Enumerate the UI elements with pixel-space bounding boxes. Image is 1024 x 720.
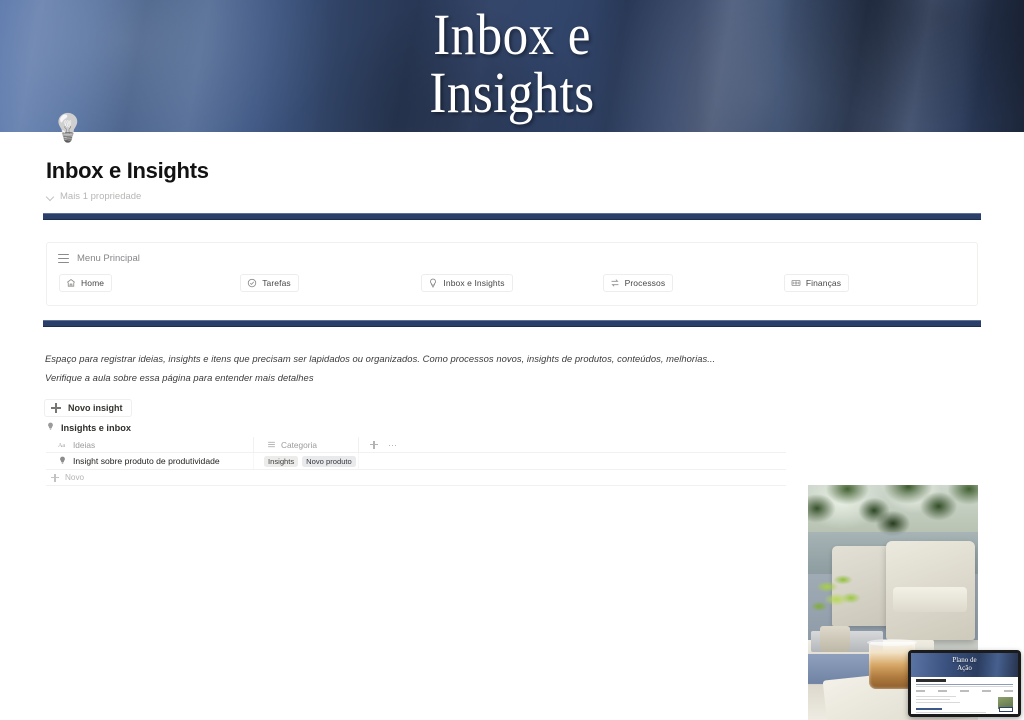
more-properties-toggle[interactable]: Mais 1 propriedade xyxy=(46,191,141,202)
tablet-text-line xyxy=(916,712,986,714)
tablet-text-line xyxy=(916,699,950,701)
lightbulb-icon xyxy=(428,278,438,288)
menu-header-label: Menu Principal xyxy=(77,253,140,264)
arrows-swap-icon xyxy=(610,278,620,288)
database-title[interactable]: Insights e inbox xyxy=(46,422,131,434)
menu-item-inbox-e-insights-label: Inbox e Insights xyxy=(443,278,505,288)
insights-table: Aa Ideias Categoria ⋯ Insight sobre prod… xyxy=(46,437,786,486)
menu-item-financas-label: Finanças xyxy=(805,278,842,288)
menu-header[interactable]: Menu Principal xyxy=(58,253,140,264)
menu-item-home[interactable]: Home xyxy=(59,274,113,292)
lightbulb-icon[interactable]: 💡 xyxy=(51,113,85,143)
column-header-ideias[interactable]: Aa Ideias xyxy=(46,437,254,452)
more-properties-label: Mais 1 propriedade xyxy=(60,191,142,202)
text-aa-icon: Aa xyxy=(58,440,68,450)
menu-item-tarefas[interactable]: Tarefas xyxy=(240,274,299,292)
new-insight-button[interactable]: Novo insight xyxy=(44,399,132,417)
document-body: Inbox e Insights Mais 1 propriedade Menu… xyxy=(0,132,1024,720)
tablet-heading-bar xyxy=(916,679,946,682)
tablet-screen: Plano de Ação xyxy=(911,653,1018,714)
lightbulb-icon xyxy=(46,422,55,434)
plus-icon[interactable] xyxy=(370,440,378,449)
svg-text:Aa: Aa xyxy=(58,443,65,449)
menu-item-financas-wrap: Finanças xyxy=(783,274,965,292)
menu-items: Home Tarefas Inbox e Insights Processos … xyxy=(59,274,965,292)
table-header-row: Aa Ideias Categoria ⋯ xyxy=(46,437,786,453)
cover-banner: Inbox e Insights xyxy=(0,0,1024,132)
intro-paragraph-1: Espaço para registrar ideias, insights e… xyxy=(45,353,716,364)
table-new-row-label: Novo xyxy=(65,473,85,482)
tablet-overlay: Plano de Ação xyxy=(908,650,1021,717)
menu-item-processos-wrap: Processos xyxy=(602,274,784,292)
check-circle-icon xyxy=(247,278,257,288)
table-cell-categoria[interactable]: Insights Novo produto xyxy=(254,453,359,469)
photo-chair-front xyxy=(886,541,975,641)
tablet-page-body xyxy=(911,677,1018,714)
menu-item-processos[interactable]: Processos xyxy=(602,274,674,292)
menu-item-inbox-e-insights[interactable]: Inbox e Insights xyxy=(421,274,513,292)
table-cell-ideias[interactable]: Insight sobre produto de produtividade xyxy=(46,453,254,469)
intro-paragraph-2: Verifique a aula sobre essa página para … xyxy=(45,372,314,383)
ellipsis-icon[interactable]: ⋯ xyxy=(388,440,398,449)
plus-icon xyxy=(51,403,61,413)
tablet-title: Plano de Ação xyxy=(952,656,977,672)
multiselect-icon xyxy=(266,440,276,450)
menu-item-home-wrap: Home xyxy=(59,274,240,292)
plus-icon xyxy=(51,473,59,482)
menu-item-processos-label: Processos xyxy=(624,278,666,288)
table-header-actions: ⋯ xyxy=(359,437,399,452)
new-insight-label: Novo insight xyxy=(68,403,123,413)
column-header-categoria[interactable]: Categoria xyxy=(254,437,359,452)
money-icon xyxy=(791,278,801,288)
menu-item-home-label: Home xyxy=(81,278,105,288)
tablet-link xyxy=(916,708,942,710)
main-menu-card: Menu Principal Home Tarefas Inbox e Insi… xyxy=(46,242,978,306)
tablet-button xyxy=(999,707,1013,712)
hamburger-icon xyxy=(58,254,69,263)
menu-item-tarefas-wrap: Tarefas xyxy=(240,274,421,292)
table-row-title: Insight sobre produto de produtividade xyxy=(73,456,220,466)
menu-item-tarefas-label: Tarefas xyxy=(262,278,291,288)
tablet-text-line xyxy=(916,696,956,698)
table-new-row-button[interactable]: Novo xyxy=(46,470,786,486)
divider-top xyxy=(43,213,981,220)
divider-bottom xyxy=(43,320,981,327)
chevron-down-icon xyxy=(46,192,55,201)
database-title-label: Insights e inbox xyxy=(61,423,131,433)
tablet-divider xyxy=(916,684,1013,686)
tablet-text-line xyxy=(916,702,960,704)
tablet-divider-2 xyxy=(916,686,1013,688)
status-badge: Novo produto xyxy=(302,455,356,467)
page-title: Inbox e Insights xyxy=(46,158,209,183)
cover-title: Inbox e Insights xyxy=(429,2,595,125)
home-icon xyxy=(66,278,76,288)
status-badge: Insights xyxy=(264,455,299,467)
tablet-columns xyxy=(916,690,1013,692)
menu-item-inbox-wrap: Inbox e Insights xyxy=(421,274,602,292)
menu-item-financas[interactable]: Finanças xyxy=(783,274,850,292)
lightbulb-icon xyxy=(58,456,67,467)
table-row[interactable]: Insight sobre produto de produtividade I… xyxy=(46,453,786,470)
column-header-categoria-label: Categoria xyxy=(281,439,317,450)
photo-plant-pot xyxy=(819,626,851,652)
column-header-ideias-label: Ideias xyxy=(73,439,96,450)
